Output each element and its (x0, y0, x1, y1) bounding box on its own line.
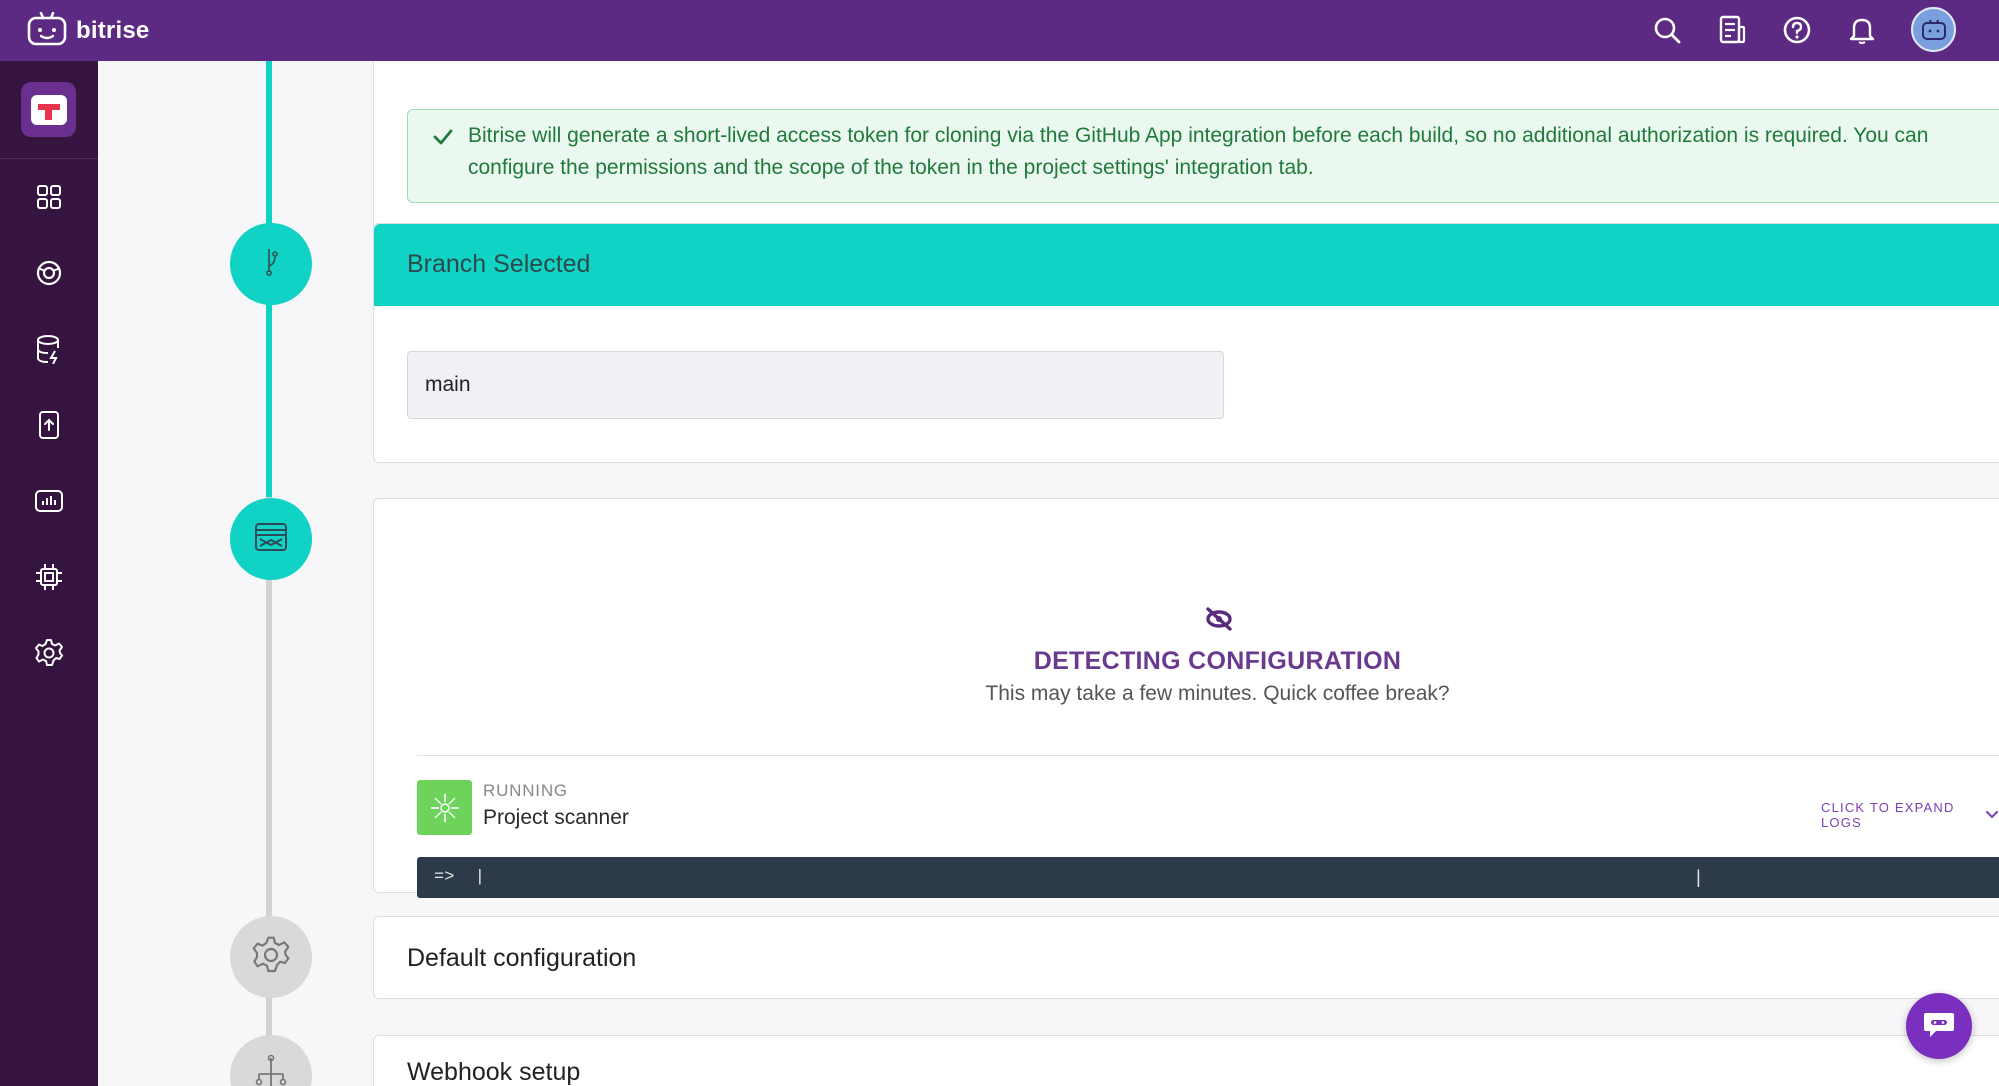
step-branch-circle (230, 223, 312, 305)
expand-logs-button[interactable]: CLICK TO EXPAND LOGS (1821, 800, 1999, 830)
log-line: => | (434, 868, 486, 887)
user-avatar[interactable] (1911, 7, 1956, 52)
detecting-divider (417, 755, 1999, 756)
webhook-setup-title: Webhook setup (407, 1058, 581, 1086)
chat-support-button[interactable] (1906, 993, 1972, 1059)
help-icon[interactable] (1779, 12, 1815, 48)
expand-logs-label: CLICK TO EXPAND LOGS (1821, 800, 1955, 830)
settings-icon[interactable] (29, 633, 69, 673)
chat-icon (1922, 1009, 1956, 1044)
top-bar: bitrise (0, 0, 1999, 61)
git-branch-icon (261, 246, 281, 283)
eye-off-icon (1203, 606, 1235, 637)
log-caret: | (1693, 869, 1704, 889)
step-default-config-circle (230, 916, 312, 998)
dashboard-icon[interactable] (29, 177, 69, 217)
changelog-icon[interactable] (1714, 12, 1750, 48)
step-status-label: RUNNING (483, 781, 568, 800)
notifications-icon[interactable] (1844, 12, 1880, 48)
branch-card: Branch Selected (373, 223, 1999, 463)
insights-icon[interactable] (29, 481, 69, 521)
detecting-config-title: DETECTING CONFIGURATION (1033, 647, 1402, 675)
brand[interactable]: bitrise (27, 11, 149, 51)
webhook-icon (253, 1054, 289, 1086)
main-content: Bitrise will generate a short-lived acce… (98, 61, 1999, 1086)
project-scanner-step-icon (417, 780, 472, 835)
log-output[interactable]: => | | (417, 857, 1999, 898)
chevron-down-icon (1985, 808, 1999, 823)
branch-input[interactable] (407, 351, 1224, 419)
gear-icon (251, 935, 291, 980)
github-app-notice-text: Bitrise will generate a short-lived acce… (468, 124, 1929, 179)
step-webhook-circle (230, 1035, 312, 1086)
step-detect-circle (230, 498, 312, 580)
brand-name: bitrise (76, 17, 150, 44)
default-config-title: Default configuration (407, 944, 637, 972)
branch-card-title: Branch Selected (407, 250, 591, 278)
step-name-label: Project scanner (483, 806, 629, 829)
webhook-setup-card[interactable]: Webhook setup (373, 1035, 1999, 1086)
release-management-icon[interactable] (29, 405, 69, 445)
build-cache-icon[interactable] (29, 329, 69, 369)
github-app-notice: Bitrise will generate a short-lived acce… (407, 109, 1999, 203)
sidebar (0, 61, 98, 1086)
integrations-icon[interactable] (29, 557, 69, 597)
sidebar-divider (0, 158, 98, 159)
app-logo-icon[interactable] (21, 82, 76, 137)
detecting-config-subtitle: This may take a few minutes. Quick coffe… (985, 682, 1450, 705)
scanner-icon (253, 520, 289, 559)
checkmark-icon (432, 126, 454, 153)
search-icon[interactable] (1649, 12, 1685, 48)
bitrise-logo-icon (27, 11, 67, 51)
default-config-card[interactable]: Default configuration (373, 916, 1999, 999)
branch-card-header: Branch Selected (374, 224, 1999, 306)
ci-icon[interactable] (29, 253, 69, 293)
